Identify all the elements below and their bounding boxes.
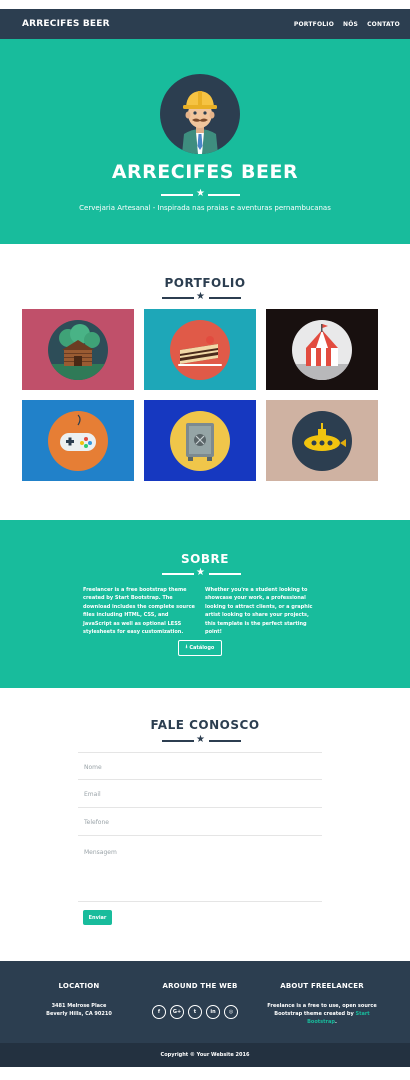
contact-title: FALE CONOSCO	[150, 718, 260, 732]
footer-about-title: ABOUT FREELANCER	[280, 982, 364, 990]
star-icon: ★	[196, 734, 205, 745]
portfolio-item-game[interactable]	[22, 400, 134, 481]
divider-line-left	[161, 194, 193, 196]
navbar: ARRECIFES BEER PORTFOLIO NÓS CONTATO	[0, 9, 410, 39]
divider-line-left	[162, 573, 194, 575]
message-placeholder: Mensagem	[84, 849, 117, 856]
top-strip	[0, 0, 410, 9]
star-icon: ★	[196, 188, 205, 199]
portfolio-title: PORTFOLIO	[164, 276, 246, 290]
about-section: SOBRE ★ Freelancer is a free bootstrap t…	[0, 520, 410, 688]
footer-web-title: AROUND THE WEB	[162, 982, 238, 990]
hero-section: ARRECIFES BEER ★ Cervejaria Artesanal - …	[0, 39, 410, 244]
contact-star-divider: ★	[0, 734, 410, 747]
cabin-icon	[48, 319, 108, 380]
portfolio-item-cabin[interactable]	[22, 309, 134, 390]
portfolio-star-divider: ★	[0, 291, 410, 304]
hero-title: ARRECIFES BEER	[111, 161, 299, 183]
divider-line-right	[209, 297, 241, 299]
star-icon: ★	[196, 291, 205, 302]
hero-star-divider: ★	[0, 188, 410, 201]
message-field[interactable]: Mensagem	[78, 836, 322, 902]
about-text-right: Whether you're a student looking to show…	[205, 587, 313, 636]
portfolio-item-cake[interactable]	[144, 309, 256, 390]
portfolio-item-safe[interactable]	[144, 400, 256, 481]
hero-subtitle: Cervejaria Artesanal - Inspirada nas pra…	[79, 204, 331, 212]
portfolio-item-circus[interactable]	[266, 309, 378, 390]
submarine-icon	[292, 410, 352, 471]
phone-placeholder: Telefone	[84, 819, 109, 826]
footer-about-end: .	[334, 1019, 337, 1025]
copyright: Copyright © Your Website 2016	[0, 1043, 410, 1067]
safe-icon	[170, 410, 230, 471]
catalog-download-button[interactable]: ⭳ Catálogo	[178, 640, 222, 656]
email-field[interactable]: Email	[78, 780, 322, 808]
divider-line-right	[208, 194, 240, 196]
footer: LOCATION 3481 Melrose Place Beverly Hill…	[0, 961, 410, 1043]
dribbble-icon[interactable]: ◎	[224, 1005, 238, 1019]
game-controller-icon	[48, 410, 108, 471]
star-icon: ★	[196, 567, 205, 578]
email-placeholder: Email	[84, 791, 101, 798]
portfolio-item-submarine[interactable]	[266, 400, 378, 481]
nav-nos[interactable]: NÓS	[343, 21, 358, 28]
nav-links: PORTFOLIO NÓS CONTATO	[294, 21, 400, 28]
phone-field[interactable]: Telefone	[78, 808, 322, 836]
linkedin-icon[interactable]: in	[206, 1005, 220, 1019]
nav-contato[interactable]: CONTATO	[367, 21, 400, 28]
download-icon: ⭳	[185, 644, 188, 650]
twitter-icon[interactable]: t	[188, 1005, 202, 1019]
portfolio-grid	[22, 309, 378, 481]
address-line-2: Beverly Hills, CA 90210	[46, 1011, 112, 1017]
footer-address: 3481 Melrose Place Beverly Hills, CA 902…	[30, 1002, 128, 1018]
nav-portfolio[interactable]: PORTFOLIO	[294, 21, 334, 28]
brand-link[interactable]: ARRECIFES BEER	[22, 19, 110, 29]
cake-icon	[170, 319, 230, 380]
footer-about-text: Freelance is a free to use, open source …	[266, 1002, 378, 1026]
divider-line-right	[209, 573, 241, 575]
footer-location-title: LOCATION	[58, 982, 100, 990]
about-star-divider: ★	[0, 567, 410, 580]
google-plus-icon[interactable]: G+	[170, 1005, 184, 1019]
construction-worker-avatar-icon	[160, 74, 240, 154]
catalog-button-label: Catálogo	[189, 645, 215, 651]
name-field[interactable]: Nome	[78, 752, 322, 780]
bottom-strip	[0, 1067, 410, 1080]
circus-tent-icon	[292, 319, 352, 380]
about-title: SOBRE	[181, 552, 229, 566]
address-line-1: 3481 Melrose Place	[51, 1003, 107, 1009]
divider-line-left	[162, 740, 194, 742]
about-text-left: Freelancer is a free bootstrap theme cre…	[83, 587, 195, 636]
facebook-icon[interactable]: f	[152, 1005, 166, 1019]
divider-line-right	[209, 740, 241, 742]
social-links: f G+ t in ◎	[152, 1005, 238, 1019]
divider-line-left	[162, 297, 194, 299]
name-placeholder: Nome	[84, 764, 102, 771]
send-button[interactable]: Enviar	[83, 910, 112, 925]
